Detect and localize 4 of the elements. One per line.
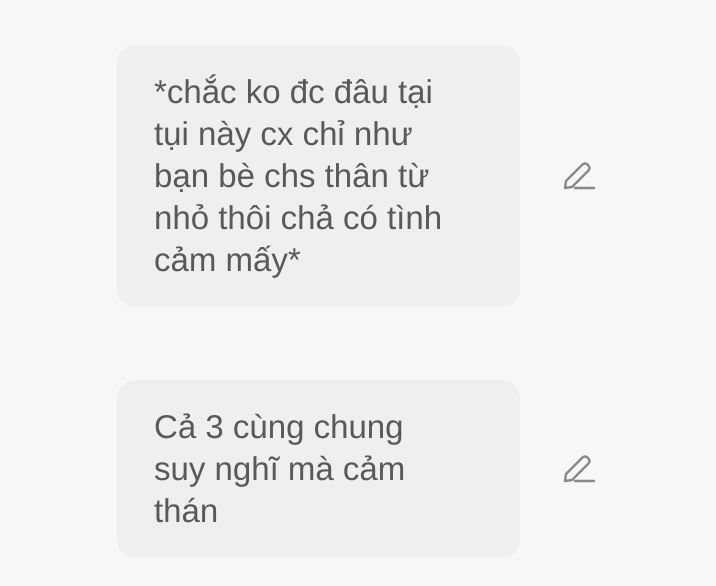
edit-icon[interactable]: [562, 453, 596, 485]
edit-icon[interactable]: [562, 160, 596, 192]
message-bubble: *chắc ko đc đâu tại tụi này cx chỉ như bạn bè chs thân từ nhỏ thôi chả có tình cảm mấy*: [117, 45, 520, 307]
message-bubble: Cả 3 cùng chung suy nghĩ mà cảm thán: [117, 380, 520, 558]
